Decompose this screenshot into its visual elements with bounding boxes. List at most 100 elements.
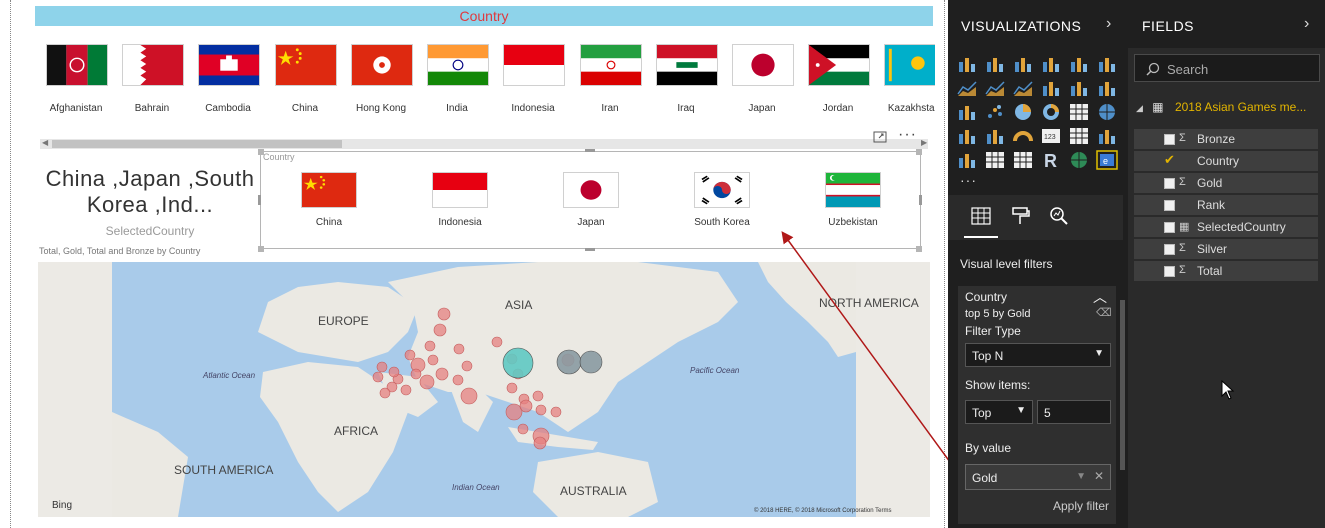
stacked-column-chart-icon[interactable]	[984, 54, 1006, 74]
field-gold[interactable]: Σ Gold	[1134, 173, 1318, 193]
field-bronze[interactable]: Σ Bronze	[1134, 129, 1318, 149]
flag-item-jordan[interactable]: Jordan	[802, 40, 874, 120]
map-bubble[interactable]	[505, 403, 523, 421]
show-items-count-input[interactable]: 5	[1037, 400, 1111, 424]
line-chart-icon[interactable]	[956, 78, 978, 98]
map-bubble[interactable]	[517, 423, 529, 435]
flag-item-india[interactable]: India	[421, 40, 493, 120]
kpi-icon[interactable]	[1096, 126, 1118, 146]
map-bubble[interactable]	[532, 390, 544, 402]
scroll-right-arrow-icon[interactable]: ▶	[921, 138, 927, 147]
stacked-area-chart-icon[interactable]	[1012, 78, 1034, 98]
flag-item-bahrain[interactable]: Bahrain	[116, 40, 188, 120]
waterfall-chart-icon[interactable]	[956, 102, 978, 122]
field-checkbox[interactable]	[1164, 178, 1175, 189]
selected-countries-slicer[interactable]: Country China Indonesia Japan South Korea Uz…	[260, 151, 921, 249]
r-visual-icon[interactable]: R	[1040, 150, 1062, 170]
resize-handle-corner-bl[interactable]	[258, 246, 264, 252]
more-visuals-icon[interactable]: ···	[960, 172, 977, 188]
selected-country-uzbekistan[interactable]: Uzbekistan	[792, 172, 912, 242]
100-stacked-column-chart-icon[interactable]	[1096, 54, 1118, 74]
map-bubble[interactable]	[579, 350, 603, 374]
resize-handle-right[interactable]	[919, 195, 922, 205]
area-chart-icon[interactable]	[984, 78, 1006, 98]
show-items-direction-dropdown[interactable]: Top ▼	[965, 400, 1033, 424]
multi-row-card-icon[interactable]	[1068, 126, 1090, 146]
table-icon[interactable]	[984, 150, 1006, 170]
resize-handle-bottom[interactable]	[585, 248, 595, 251]
resize-handle-corner-br[interactable]	[916, 246, 922, 252]
pie-chart-icon[interactable]	[1012, 102, 1034, 122]
map-bubble[interactable]	[460, 387, 478, 405]
map-bubble[interactable]	[424, 340, 436, 352]
map-bubble[interactable]	[435, 367, 449, 381]
flag-item-afghanistan[interactable]: Afghanistan	[40, 40, 112, 120]
slicer-icon[interactable]	[956, 150, 978, 170]
field-country[interactable]: ✔ Country	[1134, 151, 1318, 171]
field-total[interactable]: Σ Total	[1134, 261, 1318, 281]
resize-handle-corner-tr[interactable]	[916, 149, 922, 155]
fields-tab-icon[interactable]	[970, 205, 992, 227]
flag-item-iran[interactable]: Iran	[574, 40, 646, 120]
selected-country-south-korea[interactable]: South Korea	[661, 172, 781, 242]
treemap-icon[interactable]	[1068, 102, 1090, 122]
card-icon[interactable]: 123	[1040, 126, 1062, 146]
map-bubble[interactable]	[372, 371, 384, 383]
field-checkbox[interactable]	[1164, 244, 1175, 255]
map-bubble[interactable]	[410, 368, 422, 380]
line-column-chart-icon[interactable]	[1040, 78, 1062, 98]
selected-country-japan[interactable]: Japan	[530, 172, 650, 242]
map-bubble[interactable]	[388, 366, 400, 378]
fields-search-input[interactable]: Search	[1134, 54, 1320, 82]
matrix-icon[interactable]	[1012, 150, 1034, 170]
table-node[interactable]: ◢ ▦ 2018 Asian Games me...	[1136, 100, 1306, 114]
field-checkbox[interactable]	[1164, 200, 1175, 211]
filter-field-name[interactable]: Country	[965, 290, 1007, 304]
collapse-fields-chevron-icon[interactable]: ›	[1304, 15, 1309, 33]
map-bubble[interactable]	[379, 387, 391, 399]
clear-filter-eraser-icon[interactable]: ⌫	[1096, 306, 1112, 319]
by-value-field-well[interactable]: Gold ▼ ✕	[965, 464, 1111, 490]
checked-checkbox-icon[interactable]: ✔	[1164, 152, 1175, 167]
map-bubble[interactable]	[427, 354, 439, 366]
stacked-bar-chart-icon[interactable]	[956, 54, 978, 74]
resize-handle-left[interactable]	[258, 195, 261, 205]
field-selectedcountry[interactable]: ▦ SelectedCountry	[1134, 217, 1318, 237]
field-checkbox[interactable]	[1164, 134, 1175, 145]
filled-map-icon[interactable]	[956, 126, 978, 146]
remove-field-close-icon[interactable]: ✕	[1094, 469, 1104, 483]
field-silver[interactable]: Σ Silver	[1134, 239, 1318, 259]
globe-map-icon[interactable]	[1068, 150, 1090, 170]
analytics-magnifier-icon[interactable]	[1048, 205, 1070, 227]
chevron-down-icon[interactable]: ▼	[1076, 471, 1086, 482]
map-bubble[interactable]	[400, 384, 412, 396]
scatter-chart-icon[interactable]	[984, 102, 1006, 122]
field-checkbox[interactable]	[1164, 222, 1175, 233]
expand-triangle-icon[interactable]: ◢	[1136, 103, 1143, 113]
flag-item-indonesia[interactable]: Indonesia	[497, 40, 569, 120]
scroll-left-arrow-icon[interactable]: ◀	[42, 138, 48, 147]
filter-type-dropdown[interactable]: Top N ▼	[965, 343, 1111, 367]
field-rank[interactable]: Rank	[1134, 195, 1318, 215]
chiclet-slicer-icon[interactable]: e	[1096, 150, 1118, 170]
map-bubble[interactable]	[453, 343, 465, 355]
map-bubble[interactable]	[491, 336, 503, 348]
flag-item-japan[interactable]: Japan	[726, 40, 798, 120]
donut-chart-icon[interactable]	[1040, 102, 1062, 122]
flag-slicer-scroll-thumb[interactable]	[52, 140, 342, 148]
visualizations-scrollbar[interactable]	[1120, 300, 1125, 470]
selected-country-china[interactable]: China	[268, 172, 388, 242]
map-bubble[interactable]	[502, 347, 534, 379]
format-paint-roller-icon[interactable]	[1010, 205, 1032, 227]
map-copyright[interactable]: © 2018 HERE, © 2018 Microsoft Corporatio…	[754, 507, 891, 514]
map-bubble[interactable]	[404, 349, 416, 361]
map-bubble[interactable]	[535, 404, 547, 416]
resize-handle-corner-tl[interactable]	[258, 149, 264, 155]
ribbon-chart-icon[interactable]	[1096, 78, 1118, 98]
flag-item-kazakhstan[interactable]: Kazakhstan	[878, 40, 935, 120]
map-bubble[interactable]	[556, 349, 582, 375]
map-bubble[interactable]	[376, 361, 388, 373]
resize-handle-top[interactable]	[585, 149, 595, 152]
world-map[interactable]: ASIA EUROPE AFRICA NORTH AMERICA SOUTH A…	[38, 262, 930, 517]
selected-country-indonesia[interactable]: Indonesia	[399, 172, 519, 242]
